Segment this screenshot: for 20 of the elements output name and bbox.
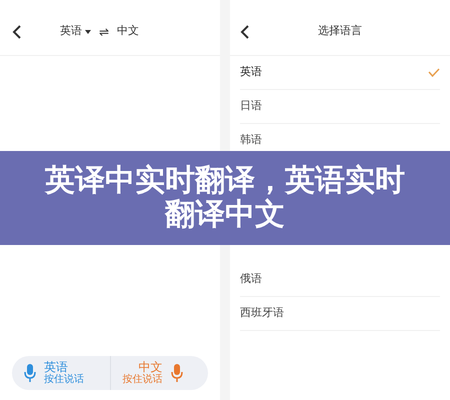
target-language[interactable]: 中文: [117, 23, 140, 40]
swap-button[interactable]: ⇌: [99, 22, 110, 40]
language-option[interactable]: 韩语: [240, 132, 262, 149]
microphone-icon: [24, 364, 36, 382]
source-language-selector[interactable]: 英语: [60, 23, 82, 40]
hint-text: 按住说话: [122, 374, 162, 386]
microphone-icon: [170, 364, 182, 382]
banner-title: 英译中实时翻译，英语实时翻译中文: [44, 164, 406, 232]
back-icon[interactable]: [12, 24, 22, 38]
hint-text: 按住说话: [44, 374, 84, 386]
page-title: 选择语言: [317, 23, 363, 40]
language-option[interactable]: 英语: [240, 64, 262, 81]
language-label: 英语: [44, 360, 68, 374]
language-option[interactable]: 日语: [240, 98, 262, 115]
language-label: 中文: [138, 360, 162, 374]
check-icon: [428, 68, 440, 77]
back-icon[interactable]: [240, 24, 250, 38]
language-option[interactable]: 俄语: [240, 271, 262, 288]
caret-icon[interactable]: [85, 30, 91, 34]
language-option[interactable]: 西班牙语: [240, 305, 284, 322]
